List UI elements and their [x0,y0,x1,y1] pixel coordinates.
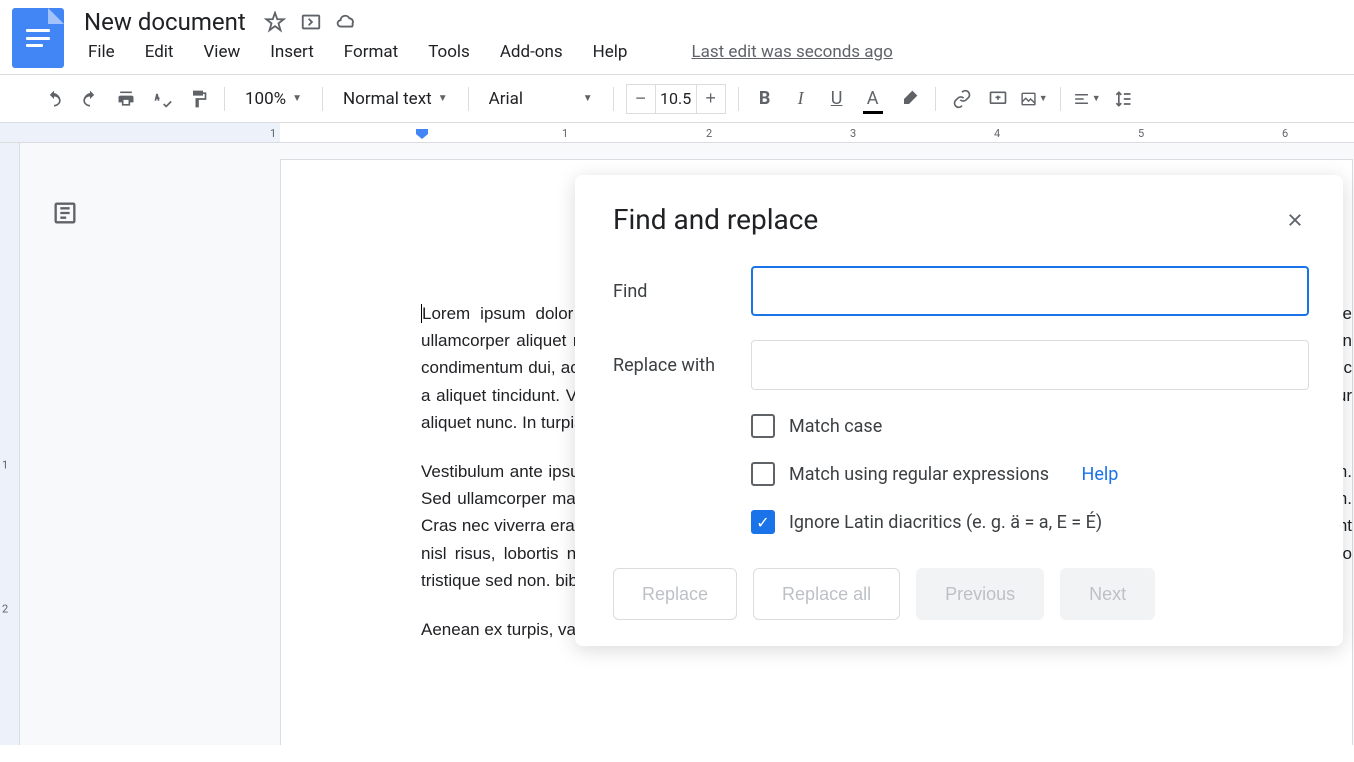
font-size-decrease[interactable]: − [627,85,655,113]
ruler-mark: 1 [270,127,276,140]
document-title[interactable]: New document [84,8,246,36]
ignore-diacritics-checkbox[interactable]: ✓ [751,510,775,534]
zoom-value: 100% [245,89,286,109]
indent-marker-icon[interactable] [416,129,428,139]
cloud-status-icon[interactable] [336,11,358,33]
ruler-mark: 3 [850,127,856,140]
undo-button[interactable] [40,85,68,113]
match-regex-label: Match using regular expressions [789,464,1049,485]
font-value: Arial [489,89,523,109]
find-replace-dialog: Find and replace Find Replace with Match… [575,175,1343,646]
replace-all-button[interactable]: Replace all [753,568,900,620]
italic-button[interactable]: I [787,85,815,113]
zoom-dropdown[interactable]: 100%▼ [237,85,310,113]
menu-bar: File Edit View Insert Format Tools Add-o… [84,40,1342,64]
outline-toggle-button[interactable] [45,193,85,233]
menu-edit[interactable]: Edit [141,40,178,64]
match-case-label: Match case [789,416,882,437]
insert-comment-button[interactable] [984,85,1012,113]
redo-button[interactable] [76,85,104,113]
replace-label: Replace with [613,355,751,376]
ruler-mark: 4 [994,127,1000,140]
move-icon[interactable] [300,11,322,33]
spellcheck-button[interactable] [148,85,176,113]
menu-view[interactable]: View [199,40,244,64]
ruler-mark: 5 [1138,127,1144,140]
vertical-ruler[interactable]: 1 2 [0,143,20,745]
docs-logo-icon[interactable] [12,8,64,68]
menu-help[interactable]: Help [589,40,632,64]
line-spacing-button[interactable] [1109,85,1137,113]
insert-link-button[interactable] [948,85,976,113]
match-case-checkbox[interactable] [751,414,775,438]
highlight-color-button[interactable] [895,85,923,113]
horizontal-ruler[interactable]: 1 1 2 3 4 5 6 [0,123,1354,143]
dialog-title: Find and replace [613,203,818,236]
font-size-increase[interactable]: + [697,85,725,113]
app-header: New document File Edit View Insert Forma… [0,0,1354,68]
help-link[interactable]: Help [1082,464,1119,485]
underline-button[interactable]: U [823,85,851,113]
bold-button[interactable]: B [751,85,779,113]
paint-format-button[interactable] [184,85,212,113]
menu-addons[interactable]: Add-ons [496,40,567,64]
next-button[interactable]: Next [1060,568,1155,620]
star-icon[interactable] [264,11,286,33]
match-regex-checkbox[interactable] [751,462,775,486]
toolbar: 100%▼ Normal text▼ Arial▼ − 10.5 + B I U… [0,75,1354,123]
style-dropdown[interactable]: Normal text▼ [335,85,456,113]
ruler-mark: 2 [706,127,712,140]
menu-file[interactable]: File [84,40,119,64]
replace-button[interactable]: Replace [613,568,737,620]
font-size-value[interactable]: 10.5 [655,85,697,113]
menu-format[interactable]: Format [340,40,402,64]
style-value: Normal text [343,89,432,109]
font-dropdown[interactable]: Arial▼ [481,85,601,113]
replace-input[interactable] [751,340,1309,390]
last-edit-link[interactable]: Last edit was seconds ago [691,42,892,62]
ruler-mark: 1 [562,127,568,140]
font-size-control: − 10.5 + [626,84,726,114]
ruler-mark: 6 [1282,127,1288,140]
menu-tools[interactable]: Tools [424,40,474,64]
previous-button[interactable]: Previous [916,568,1044,620]
vruler-mark: 2 [2,603,8,616]
find-label: Find [613,281,751,302]
ignore-diacritics-label: Ignore Latin diacritics (e. g. ä = a, E … [789,512,1102,533]
menu-insert[interactable]: Insert [266,40,318,64]
text-color-button[interactable]: A [859,85,887,113]
close-button[interactable] [1281,206,1309,234]
find-input[interactable] [751,266,1309,316]
vruler-mark: 1 [2,459,8,472]
insert-image-button[interactable]: ▼ [1020,85,1048,113]
print-button[interactable] [112,85,140,113]
align-button[interactable]: ▼ [1073,85,1101,113]
